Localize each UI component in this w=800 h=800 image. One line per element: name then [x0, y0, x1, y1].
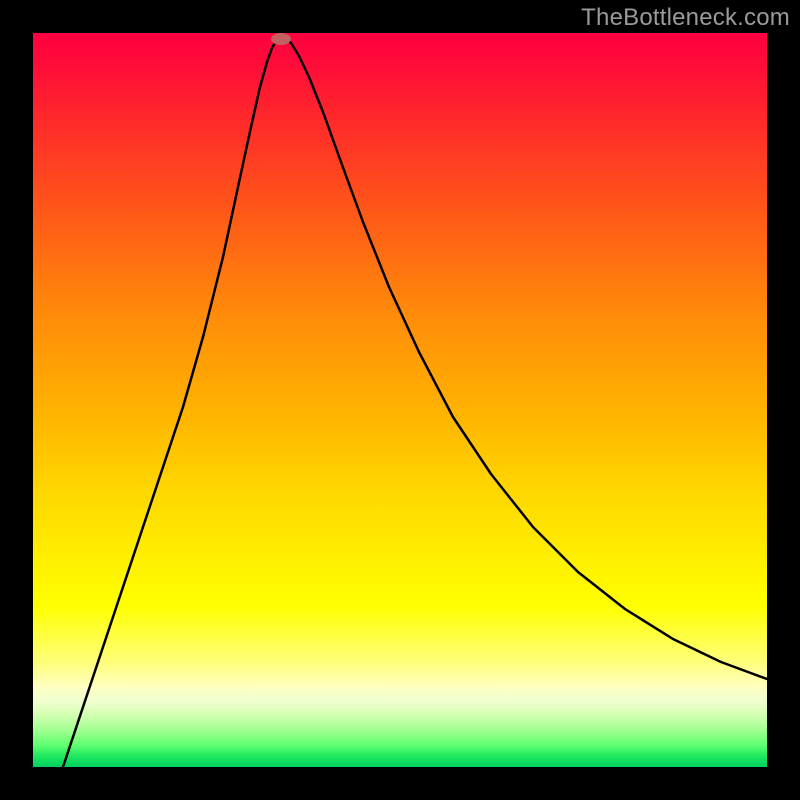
chart-frame: TheBottleneck.com — [0, 0, 800, 800]
chart-svg — [33, 33, 767, 767]
bottleneck-curve — [63, 37, 767, 767]
min-marker — [271, 33, 291, 45]
watermark-text: TheBottleneck.com — [581, 4, 790, 32]
plot-area — [33, 33, 767, 767]
